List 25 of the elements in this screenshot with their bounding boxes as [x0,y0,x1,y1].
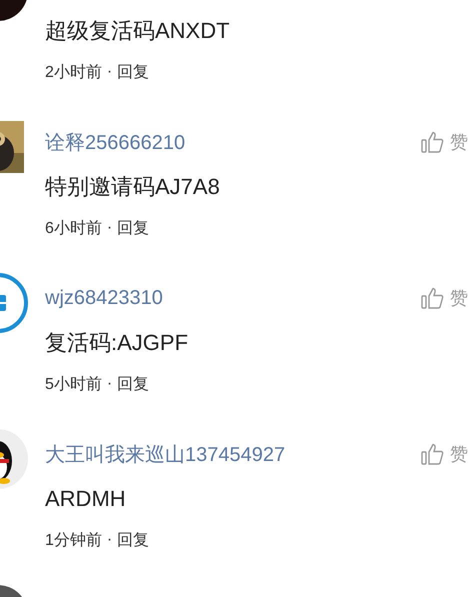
thumbs-up-icon [421,443,444,465]
timestamp: 5小时前 [45,374,102,394]
reply-link[interactable]: 回复 [117,374,150,394]
comment-text: ARDMH [45,485,126,513]
comment-text: 特别邀请码AJ7A8 [45,173,220,201]
like-button[interactable]: 赞 [421,130,468,154]
username[interactable]: 诠释256666210 [45,128,186,156]
reply-link[interactable]: 回复 [117,530,150,550]
timestamp: 2小时前 [45,62,102,82]
comment-text: 超级复活码ANXDT [45,17,230,45]
separator: · [106,63,112,81]
thumbs-up-icon [421,287,444,309]
timestamp: 1分钟前 [45,530,102,550]
like-button[interactable]: 赞 [421,442,468,466]
separator: · [106,531,112,549]
username[interactable]: 大王叫我来巡山137454927 [45,440,286,468]
reply-link[interactable]: 回复 [117,62,150,82]
separator: · [106,375,112,393]
separator: · [106,219,112,237]
thumbs-up-icon [421,131,444,153]
like-button[interactable]: 赞 [421,286,468,310]
comment-text: 复活码:AJGPF [45,329,188,357]
timestamp: 6小时前 [45,218,102,238]
username[interactable]: wjz68423310 [45,286,163,310]
reply-link[interactable]: 回复 [117,218,150,238]
